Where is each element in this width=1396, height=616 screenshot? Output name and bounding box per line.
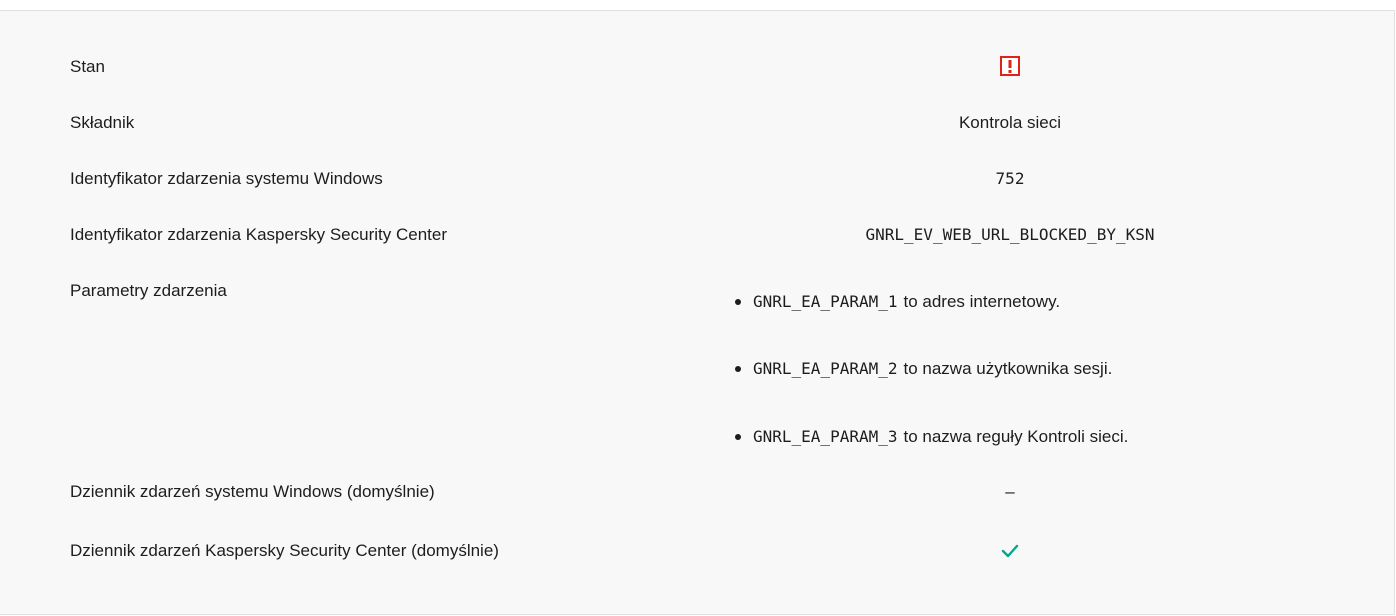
status-label: Stan xyxy=(70,57,105,76)
ksc-event-id-value: GNRL_EV_WEB_URL_BLOCKED_BY_KSN xyxy=(865,225,1155,244)
bullet-icon xyxy=(735,366,741,372)
event-parameter-item: GNRL_EA_PARAM_2 to nazwa użytkownika ses… xyxy=(735,358,1112,380)
parameter-description: to adres internetowy. xyxy=(903,292,1061,311)
event-details-panel xyxy=(0,10,1395,615)
windows-log-label: Dziennik zdarzeń systemu Windows (domyśl… xyxy=(70,482,435,501)
event-parameter-item: GNRL_EA_PARAM_3 to nazwa reguły Kontroli… xyxy=(735,426,1128,448)
warning-icon xyxy=(1000,56,1020,76)
parameter-code: GNRL_EA_PARAM_3 xyxy=(753,427,898,446)
bullet-icon xyxy=(735,434,741,440)
event-parameter-item: GNRL_EA_PARAM_1 to adres internetowy. xyxy=(735,291,1060,313)
windows-log-value: – xyxy=(1005,482,1015,501)
parameter-code: GNRL_EA_PARAM_2 xyxy=(753,359,898,378)
ksc-event-id-label: Identyfikator zdarzenia Kaspersky Securi… xyxy=(70,225,448,244)
component-value: Kontrola sieci xyxy=(958,113,1062,132)
bullet-icon xyxy=(735,299,741,305)
windows-event-id-value: 752 xyxy=(995,169,1025,188)
parameter-code: GNRL_EA_PARAM_1 xyxy=(753,292,898,311)
parameter-description: to nazwa użytkownika sesji. xyxy=(903,359,1113,378)
component-label: Składnik xyxy=(70,113,135,132)
checkmark-icon xyxy=(1001,544,1019,558)
ksc-log-label: Dziennik zdarzeń Kaspersky Security Cent… xyxy=(70,541,499,560)
windows-event-id-label: Identyfikator zdarzenia systemu Windows xyxy=(70,169,383,188)
event-parameters-label: Parametry zdarzenia xyxy=(70,281,227,300)
parameter-description: to nazwa reguły Kontroli sieci. xyxy=(903,427,1129,446)
